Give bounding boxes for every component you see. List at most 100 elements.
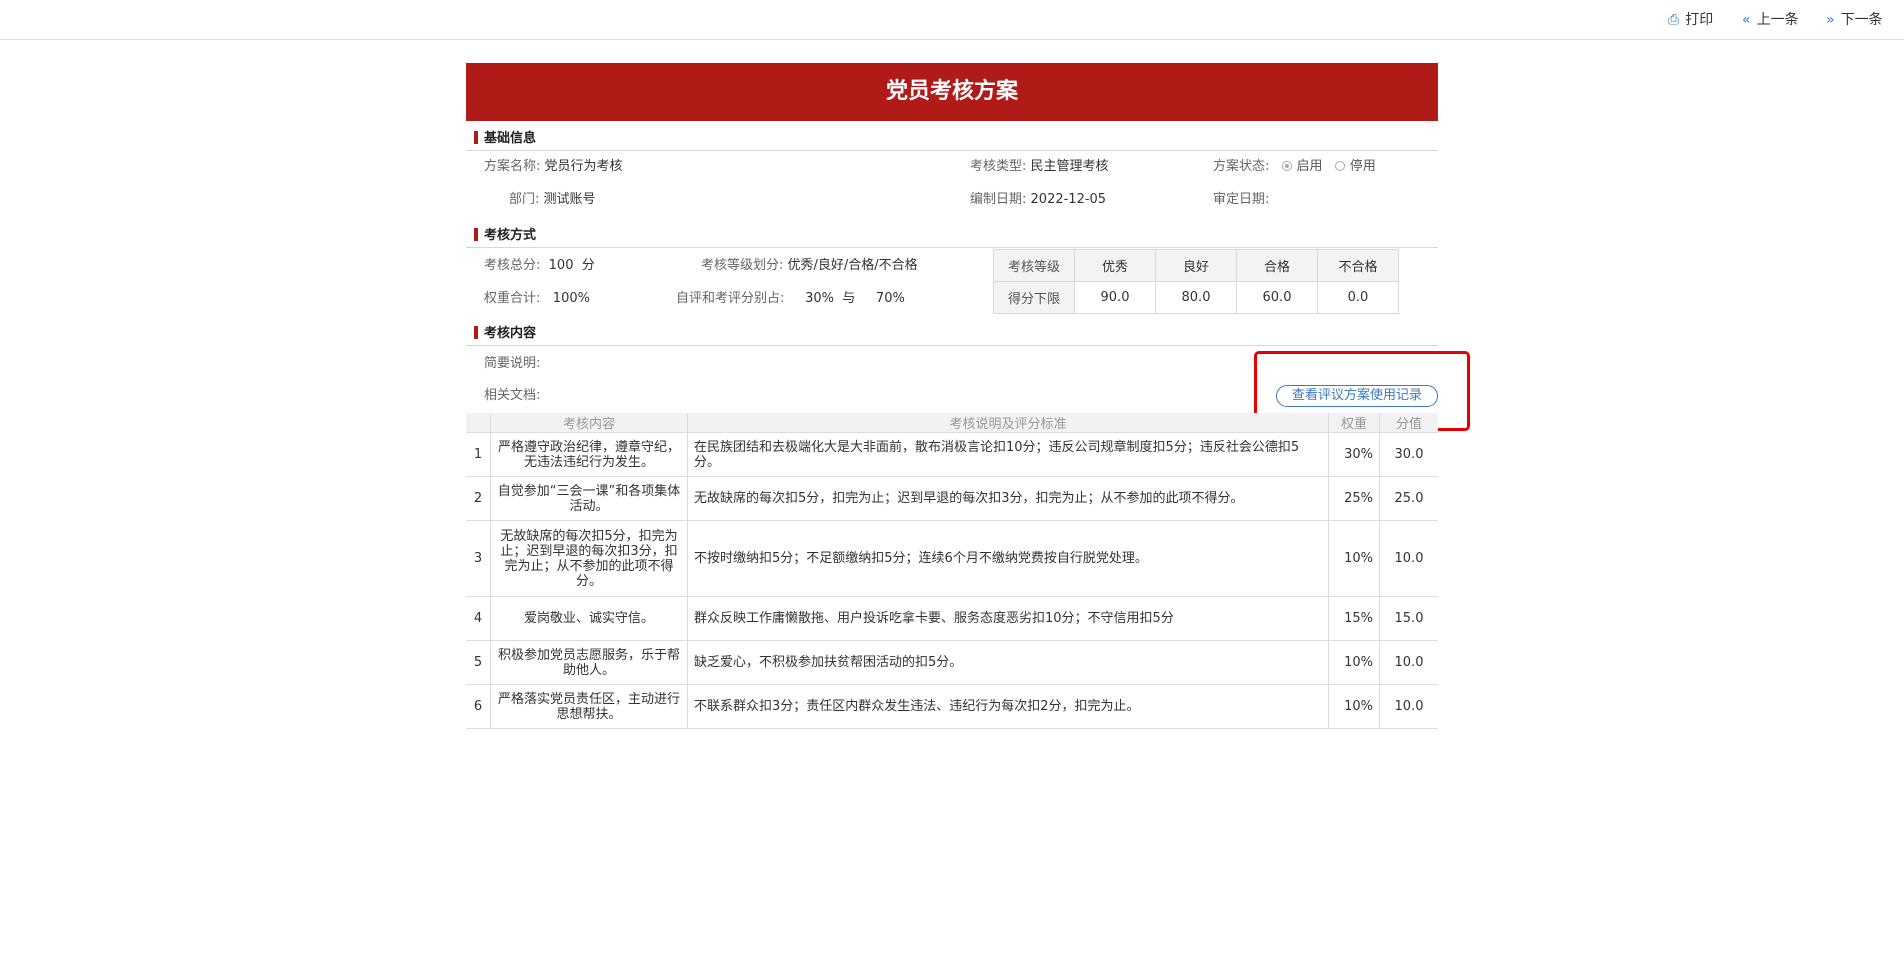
threshold-value: 60.0 <box>1236 281 1318 314</box>
grade-name: 不合格 <box>1317 249 1399 282</box>
row-index: 1 <box>466 432 491 477</box>
plan-name-label: 方案名称: <box>484 159 541 174</box>
grade-split-label: 考核等级划分: <box>701 258 784 273</box>
total-score-field: 考核总分: 100 分 <box>484 257 595 275</box>
status-enabled-radio[interactable] <box>1281 160 1292 171</box>
compile-date-value: 2022-12-05 <box>1030 192 1107 207</box>
section-method: 考核方式 <box>466 226 1438 248</box>
row-score: 30.0 <box>1379 432 1438 477</box>
section-content: 考核内容 <box>466 324 1438 346</box>
row-item: 积极参加党员志愿服务，乐于帮助他人。 <box>490 640 688 685</box>
row-weight: 30% <box>1328 432 1380 477</box>
row-score: 15.0 <box>1379 596 1438 641</box>
docs-field: 相关文档: <box>484 387 540 405</box>
section-basic-info: 基础信息 <box>466 129 1438 151</box>
table-row: 2 自觉参加“三会一课”和各项集体活动。 无故缺席的每次扣5分，扣完为止；迟到早… <box>466 476 1438 521</box>
table-row: 3 无故缺席的每次扣5分，扣完为止；迟到早退的每次扣3分，扣完为止；从不参加的此… <box>466 520 1438 597</box>
row-description: 缺乏爱心，不积极参加扶贫帮困活动的扣5分。 <box>687 640 1329 685</box>
approve-date-field: 审定日期: <box>1213 191 1269 209</box>
row-description: 群众反映工作庸懒散拖、用户投诉吃拿卡要、服务态度恶劣扣10分；不守信用扣5分 <box>687 596 1329 641</box>
row-description: 不按时缴纳扣5分；不足额缴纳扣5分；连续6个月不缴纳党费按自行脱党处理。 <box>687 520 1329 597</box>
threshold-value: 80.0 <box>1155 281 1237 314</box>
plan-name-field: 方案名称: 党员行为考核 <box>484 158 623 176</box>
row-score: 10.0 <box>1379 640 1438 685</box>
prev-record-button[interactable]: « 上一条 <box>1742 10 1799 30</box>
grade-threshold-row: 得分下限 90.0 80.0 60.0 0.0 <box>993 281 1399 314</box>
next-label: 下一条 <box>1840 12 1883 28</box>
double-chevron-left-icon: « <box>1742 12 1751 28</box>
total-score-label: 考核总分: <box>484 258 541 273</box>
top-toolbar: ⎙ 打印 « 上一条 » 下一条 <box>0 0 1904 40</box>
row-weight: 10% <box>1328 520 1380 597</box>
row-item: 无故缺席的每次扣5分，扣完为止；迟到早退的每次扣3分，扣完为止；从不参加的此项不… <box>490 520 688 597</box>
prev-label: 上一条 <box>1756 12 1799 28</box>
section-marker <box>474 130 478 144</box>
row-index: 3 <box>466 520 491 597</box>
row-index: 4 <box>466 596 491 641</box>
ratio-field: 自评和考评分别占: 30% 与 70% <box>676 290 905 308</box>
table-row: 5 积极参加党员志愿服务，乐于帮助他人。 缺乏爱心，不积极参加扶贫帮困活动的扣5… <box>466 640 1438 685</box>
row-score: 10.0 <box>1379 684 1438 729</box>
dept-value: 测试账号 <box>543 192 596 207</box>
ratio-label: 自评和考评分别占: <box>676 291 785 306</box>
column-header-description: 考核说明及评分标准 <box>687 413 1329 433</box>
compile-date-field: 编制日期: 2022-12-05 <box>970 191 1106 209</box>
plan-panel: 党员考核方案 基础信息 方案名称: 党员行为考核 考核类型: 民主管理考核 方案… <box>466 63 1470 729</box>
row-score: 10.0 <box>1379 520 1438 597</box>
summary-label: 简要说明: <box>484 356 541 371</box>
other-ratio-value: 70% <box>875 291 905 306</box>
assess-type-value: 民主管理考核 <box>1030 159 1109 174</box>
ratio-join: 与 <box>842 291 856 306</box>
grade-split-field: 考核等级划分: 优秀/良好/合格/不合格 <box>701 257 918 275</box>
approve-date-label: 审定日期: <box>1213 192 1270 207</box>
row-description: 不联系群众扣3分；责任区内群众发生违法、违纪行为每次扣2分，扣完为止。 <box>687 684 1329 729</box>
grade-split-value: 优秀/良好/合格/不合格 <box>787 258 918 273</box>
row-index: 6 <box>466 684 491 729</box>
column-header-score: 分值 <box>1379 413 1438 433</box>
table-row: 6 严格落实党员责任区，主动进行思想帮扶。 不联系群众扣3分；责任区内群众发生违… <box>466 684 1438 729</box>
docs-label: 相关文档: <box>484 388 541 403</box>
row-description: 无故缺席的每次扣5分，扣完为止；迟到早退的每次扣3分，扣完为止；从不参加的此项不… <box>687 476 1329 521</box>
table-row: 1 严格遵守政治纪律，遵章守纪，无违法违纪行为发生。 在民族团结和去极端化大是大… <box>466 432 1438 477</box>
threshold-row-label: 得分下限 <box>993 281 1075 314</box>
grade-name: 优秀 <box>1074 249 1156 282</box>
row-score: 25.0 <box>1379 476 1438 521</box>
grade-name: 良好 <box>1155 249 1237 282</box>
status-disabled-label: 停用 <box>1349 159 1376 174</box>
table-row: 4 爱岗敬业、诚实守信。 群众反映工作庸懒散拖、用户投诉吃拿卡要、服务态度恶劣扣… <box>466 596 1438 641</box>
weight-sum-value: 100% <box>552 291 590 306</box>
threshold-value: 0.0 <box>1317 281 1399 314</box>
total-score-unit: 分 <box>581 258 595 273</box>
row-item: 严格遵守政治纪律，遵章守纪，无违法违纪行为发生。 <box>490 432 688 477</box>
printer-icon: ⎙ <box>1668 12 1680 28</box>
section-content-title: 考核内容 <box>484 326 537 341</box>
grade-name: 合格 <box>1236 249 1318 282</box>
row-item: 爱岗敬业、诚实守信。 <box>490 596 688 641</box>
page-title: 党员考核方案 <box>466 63 1438 121</box>
weight-sum-field: 权重合计: 100% <box>484 290 590 308</box>
grade-header-row: 考核等级 优秀 良好 合格 不合格 <box>993 249 1399 282</box>
section-marker <box>474 325 478 339</box>
section-basic-info-title: 基础信息 <box>484 131 537 146</box>
status-disabled-radio[interactable] <box>1334 160 1345 171</box>
status-enabled-label: 启用 <box>1296 159 1323 174</box>
self-ratio-value: 30% <box>805 291 834 306</box>
assess-type-label: 考核类型: <box>970 159 1027 174</box>
section-method-title: 考核方式 <box>484 228 537 243</box>
next-record-button[interactable]: » 下一条 <box>1826 10 1883 30</box>
column-header-index <box>466 413 491 433</box>
table-header-row: 考核内容 考核说明及评分标准 权重 分值 <box>466 413 1438 433</box>
column-header-weight: 权重 <box>1328 413 1380 433</box>
threshold-value: 90.0 <box>1074 281 1156 314</box>
view-usage-record-button[interactable]: 查看评议方案使用记录 <box>1276 385 1438 407</box>
row-item: 严格落实党员责任区，主动进行思想帮扶。 <box>490 684 688 729</box>
print-label: 打印 <box>1685 12 1714 28</box>
row-weight: 10% <box>1328 684 1380 729</box>
row-index: 2 <box>466 476 491 521</box>
print-button[interactable]: ⎙ 打印 <box>1668 10 1713 30</box>
double-chevron-right-icon: » <box>1826 12 1835 28</box>
row-description: 在民族团结和去极端化大是大非面前，散布消极言论扣10分；违反公司规章制度扣5分；… <box>687 432 1329 477</box>
row-index: 5 <box>466 640 491 685</box>
weight-sum-label: 权重合计: <box>484 291 541 306</box>
grade-threshold-table: 考核等级 优秀 良好 合格 不合格 得分下限 90.0 80.0 60.0 0.… <box>993 249 1399 314</box>
